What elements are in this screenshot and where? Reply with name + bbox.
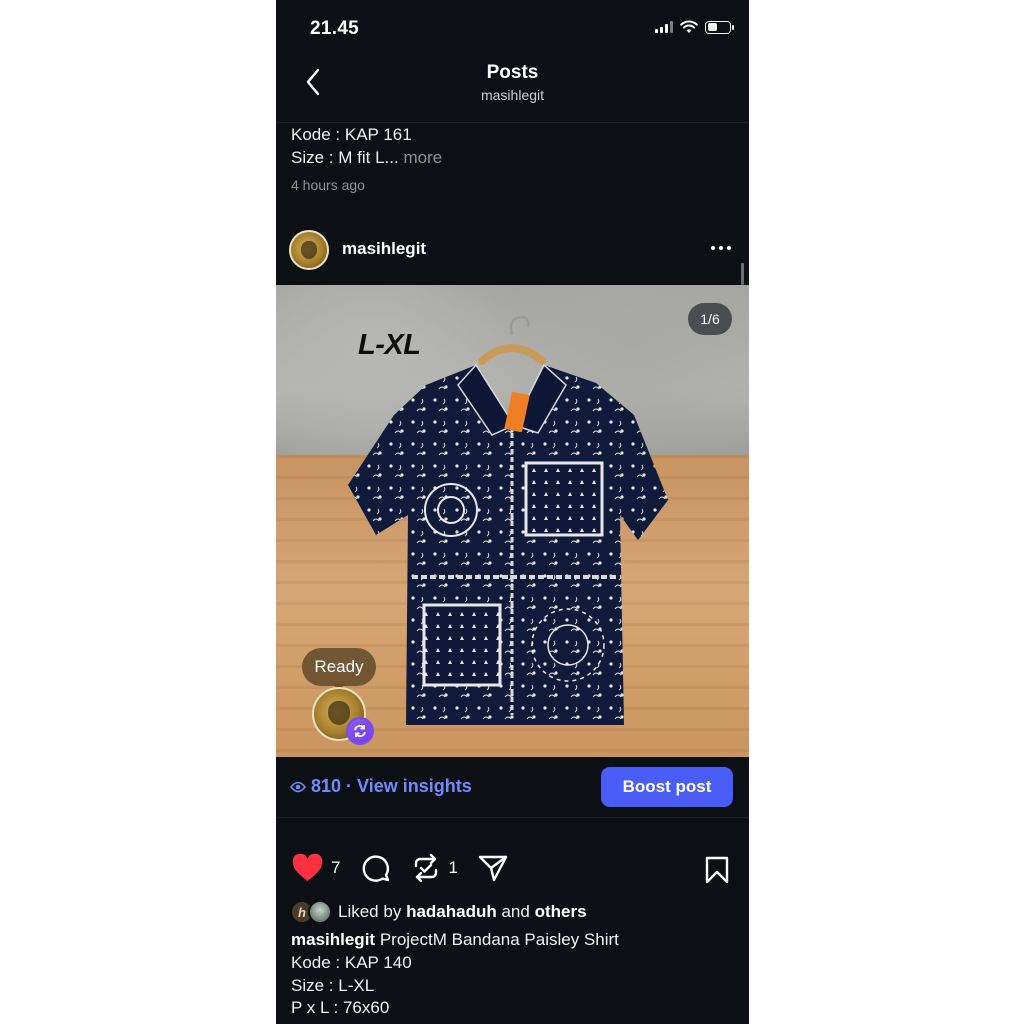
comment-button[interactable]: [360, 853, 390, 883]
liked-by-text: Liked by hadahaduh and others: [338, 902, 587, 922]
heart-icon: [292, 854, 323, 882]
post-username[interactable]: masihlegit: [342, 239, 426, 259]
previous-caption-line: Kode : KAP 161: [291, 125, 412, 144]
insights-divider: [276, 817, 749, 818]
post-timestamp: 4 hours ago: [291, 177, 365, 193]
view-insights-label: · View insights: [346, 776, 472, 796]
likes-count: 7: [331, 858, 341, 877]
scrollbar[interactable]: [741, 263, 744, 285]
note-bubble[interactable]: Ready: [302, 648, 376, 686]
liker-avatar: [308, 900, 332, 924]
more-icon[interactable]: [711, 240, 731, 256]
page-title: Posts: [486, 62, 539, 83]
repost-icon: [346, 717, 374, 745]
like-button[interactable]: 7: [292, 854, 340, 882]
liked-by-others[interactable]: others: [535, 902, 587, 921]
previous-caption-line: Size : M fit L... more: [291, 148, 442, 168]
repost-button[interactable]: 1: [412, 853, 458, 883]
status-icons: [655, 20, 734, 34]
share-icon: [478, 855, 508, 882]
caption-line: Kode : KAP 140: [291, 953, 412, 972]
more-link[interactable]: more: [403, 148, 442, 167]
header-divider: [276, 122, 749, 123]
eye-icon: [290, 781, 306, 792]
boost-post-button[interactable]: Boost post: [601, 767, 733, 807]
post-image[interactable]: L-XL 1/6 Ready: [276, 285, 749, 757]
bookmark-button[interactable]: [705, 856, 729, 889]
caption-username[interactable]: masihlegit: [291, 930, 375, 949]
repost-icon: [415, 853, 438, 883]
instagram-screen: 21.45 Posts masihlegit Kode : KAP 161 Si…: [276, 0, 749, 1024]
liked-by-prefix: Liked by: [338, 902, 402, 921]
liked-by-and: and: [501, 902, 530, 921]
image-size-text: L-XL: [358, 329, 421, 361]
action-bar: 7 1: [292, 853, 508, 883]
bookmark-icon: [705, 856, 729, 884]
liked-by-row[interactable]: h Liked by hadahaduh and others: [290, 900, 587, 924]
view-count: 810: [311, 776, 342, 796]
caption-text: ProjectM Bandana Paisley Shirt: [379, 930, 619, 949]
previous-caption-text: Size : M fit L...: [291, 148, 399, 167]
caption-first-line: masihlegit ProjectM Bandana Paisley Shir…: [291, 930, 619, 950]
view-insights-link[interactable]: 810 · View insights: [290, 776, 472, 797]
avatar[interactable]: [289, 230, 329, 270]
page-subtitle: masihlegit: [480, 87, 545, 103]
reposts-count: 1: [448, 858, 458, 877]
share-button[interactable]: [478, 853, 508, 883]
signal-icon: [655, 21, 673, 33]
caption-line: Size : L-XL: [291, 976, 375, 995]
shirt-image: [348, 315, 668, 725]
comment-icon: [363, 855, 390, 882]
liked-by-user[interactable]: hadahaduh: [406, 902, 497, 921]
page-indicator: 1/6: [688, 303, 732, 335]
battery-icon: [705, 20, 734, 34]
caption-line: P x L : 76x60: [291, 998, 390, 1017]
status-time: 21.45: [310, 18, 360, 39]
wifi-icon: [680, 20, 698, 33]
